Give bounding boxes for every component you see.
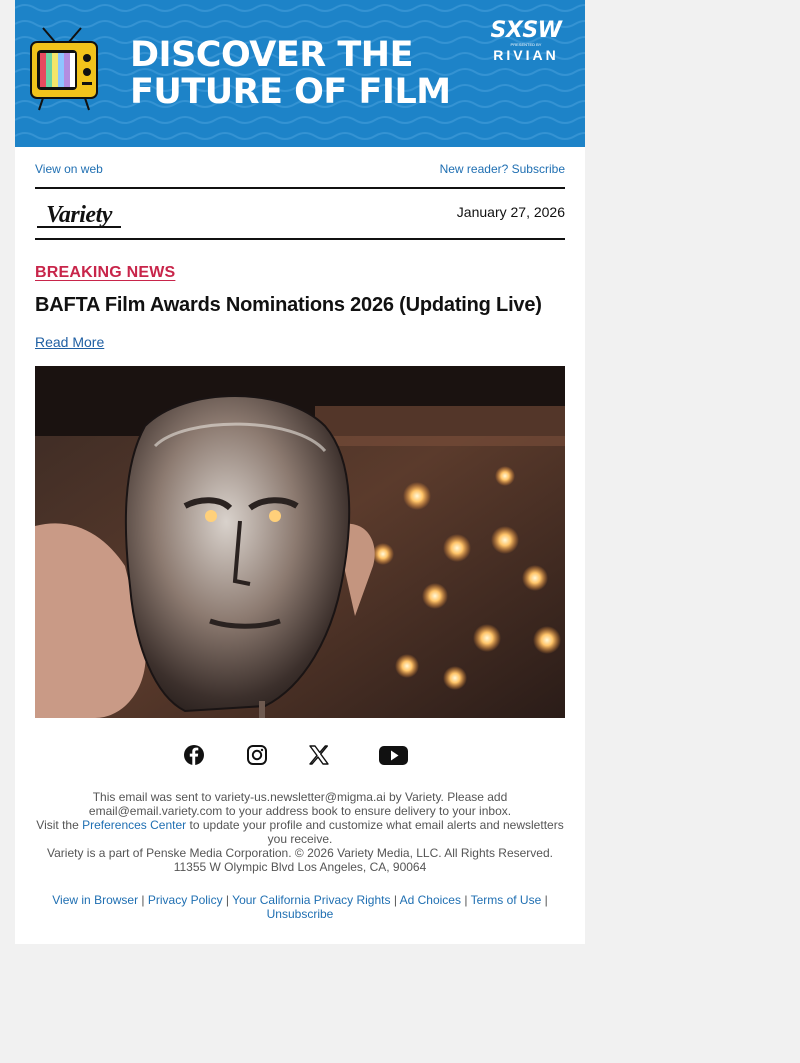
banner-line-1: DISCOVER THE <box>130 35 413 75</box>
breaking-news-label[interactable]: BREAKING NEWS <box>35 264 175 282</box>
article-headline[interactable]: BAFTA Film Awards Nominations 2026 (Upda… <box>35 294 575 317</box>
sponsor-bottom: RIVIAN <box>493 47 559 63</box>
banner-line-2: FUTURE OF FILM <box>130 72 451 112</box>
divider <box>35 187 565 189</box>
top-links: View on web New reader? Subscribe <box>35 162 565 176</box>
issue-date: January 27, 2026 <box>456 204 565 220</box>
footer-links: View in Browser | Privacy Policy | Your … <box>35 893 565 921</box>
view-on-web-link[interactable]: View on web <box>35 162 103 176</box>
preferences-center-link[interactable]: Preferences Center <box>82 818 186 832</box>
address: 11355 W Olympic Blvd Los Angeles, CA, 90… <box>173 860 427 874</box>
sponsor-top: SXSW <box>490 18 562 43</box>
subscribe-link[interactable]: New reader? Subscribe <box>440 162 565 176</box>
separator: | <box>225 893 230 907</box>
instagram-icon[interactable] <box>247 741 267 769</box>
california-privacy-link[interactable]: Your California Privacy Rights <box>232 893 390 907</box>
separator: | <box>141 893 145 907</box>
view-in-browser-link[interactable]: View in Browser <box>52 893 138 907</box>
separator: | <box>393 893 397 907</box>
legal-text: This email was sent to variety-us.newsle… <box>35 790 565 874</box>
facebook-icon[interactable] <box>184 741 204 769</box>
sxsw-banner-ad[interactable]: DISCOVER THE FUTURE OF FILM SXSW PRESENT… <box>15 0 585 147</box>
sponsor-logo: SXSW PRESENTED BY RIVIAN <box>481 18 571 63</box>
variety-logo-text: Variety <box>46 202 113 228</box>
preferences-notice: Visit the Preferences Center to update y… <box>35 818 565 846</box>
copyright: Variety is a part of Penske Media Corpor… <box>47 846 553 860</box>
youtube-icon[interactable] <box>379 741 409 769</box>
email-container: DISCOVER THE FUTURE OF FILM SXSW PRESENT… <box>15 0 585 944</box>
terms-of-use-link[interactable]: Terms of Use <box>471 893 542 907</box>
privacy-policy-link[interactable]: Privacy Policy <box>148 893 223 907</box>
x-icon[interactable] <box>309 741 329 769</box>
social-icons <box>15 741 585 769</box>
retro-tv-icon <box>30 27 98 111</box>
visit-suffix: to update your profile and customize wha… <box>189 818 564 846</box>
variety-logo[interactable]: Variety <box>35 200 123 232</box>
visit-prefix: Visit the <box>36 818 79 832</box>
unsubscribe-link[interactable]: Unsubscribe <box>267 907 334 921</box>
divider <box>35 238 565 240</box>
article-image[interactable] <box>35 366 565 718</box>
banner-headline: DISCOVER THE FUTURE OF FILM <box>130 37 451 111</box>
separator: | <box>464 893 468 907</box>
separator: | <box>544 893 548 907</box>
read-more-link[interactable]: Read More <box>35 334 104 350</box>
sent-to-notice: This email was sent to variety-us.newsle… <box>88 790 512 818</box>
ad-choices-link[interactable]: Ad Choices <box>400 893 461 907</box>
